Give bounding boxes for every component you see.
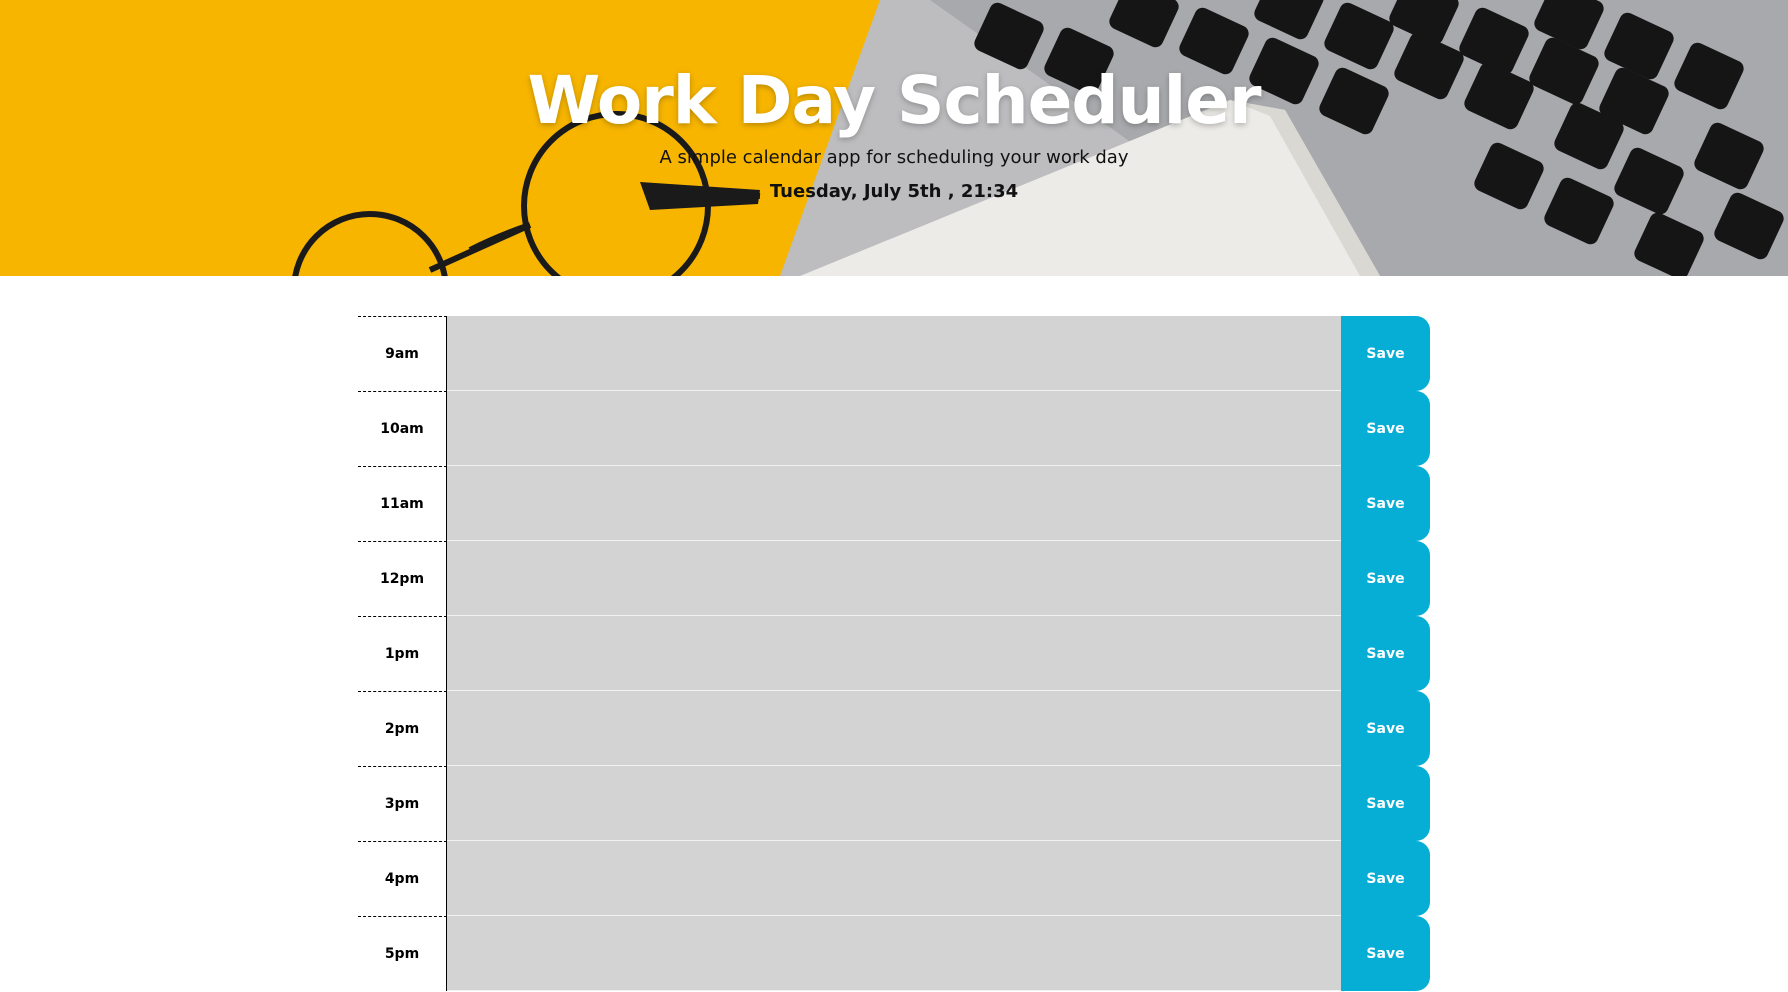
save-button[interactable]: Save <box>1341 691 1430 766</box>
event-textarea[interactable] <box>447 541 1341 616</box>
save-button[interactable]: Save <box>1341 766 1430 841</box>
time-block-row: 1pm Save <box>358 616 1430 691</box>
event-textarea[interactable] <box>447 316 1341 391</box>
time-block-row: 11am Save <box>358 466 1430 541</box>
time-block-row: 9am Save <box>358 316 1430 391</box>
hour-label: 9am <box>358 316 447 391</box>
save-button[interactable]: Save <box>1341 391 1430 466</box>
event-textarea[interactable] <box>447 841 1341 916</box>
hour-label: 11am <box>358 466 447 541</box>
save-button[interactable]: Save <box>1341 916 1430 991</box>
hour-label: 3pm <box>358 766 447 841</box>
save-button[interactable]: Save <box>1341 616 1430 691</box>
hero-header: Work Day Scheduler A simple calendar app… <box>0 0 1788 276</box>
schedule: 9am Save 10am Save 11am Save 12pm Save 1… <box>358 316 1430 991</box>
hour-label: 1pm <box>358 616 447 691</box>
save-button[interactable]: Save <box>1341 841 1430 916</box>
hour-label: 2pm <box>358 691 447 766</box>
page-title: Work Day Scheduler <box>527 62 1261 139</box>
page-subtitle: A simple calendar app for scheduling you… <box>659 147 1129 168</box>
hour-label: 4pm <box>358 841 447 916</box>
hour-label: 5pm <box>358 916 447 991</box>
time-block-row: 12pm Save <box>358 541 1430 616</box>
event-textarea[interactable] <box>447 466 1341 541</box>
time-block-row: 10am Save <box>358 391 1430 466</box>
current-datetime: Tuesday, July 5th , 21:34 <box>769 181 1019 202</box>
time-block-row: 2pm Save <box>358 691 1430 766</box>
event-textarea[interactable] <box>447 391 1341 466</box>
hour-label: 10am <box>358 391 447 466</box>
save-button[interactable]: Save <box>1341 316 1430 391</box>
time-block-row: 5pm Save <box>358 916 1430 991</box>
save-button[interactable]: Save <box>1341 466 1430 541</box>
event-textarea[interactable] <box>447 916 1341 991</box>
save-button[interactable]: Save <box>1341 541 1430 616</box>
event-textarea[interactable] <box>447 766 1341 841</box>
event-textarea[interactable] <box>447 616 1341 691</box>
time-block-row: 4pm Save <box>358 841 1430 916</box>
hour-label: 12pm <box>358 541 447 616</box>
time-block-row: 3pm Save <box>358 766 1430 841</box>
event-textarea[interactable] <box>447 691 1341 766</box>
